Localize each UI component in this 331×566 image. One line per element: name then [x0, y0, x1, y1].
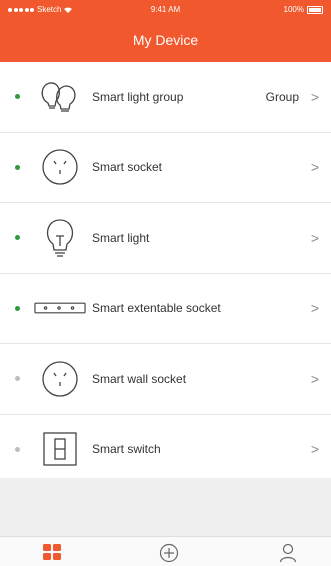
device-row-wall-socket[interactable]: Smart wall socket > — [0, 344, 331, 415]
switch-icon — [34, 427, 86, 471]
online-status-dot — [15, 94, 20, 100]
offline-status-dot — [15, 446, 20, 452]
device-label: Smart socket — [92, 160, 163, 175]
app-header: Sketch 9:41 AM 100% My Device — [0, 0, 331, 62]
status-bar: Sketch 9:41 AM 100% — [0, 0, 331, 18]
online-status-dot — [15, 235, 20, 241]
empty-list-area — [0, 478, 331, 536]
light-group-icon — [34, 75, 86, 119]
status-battery-group: 100% — [284, 5, 323, 14]
tab-add-device[interactable] — [157, 543, 181, 565]
add-circle-icon — [159, 543, 179, 563]
battery-percent: 100% — [283, 5, 304, 14]
page-title: My Device — [132, 32, 199, 48]
device-list: Smart light group Group > Smart socket >… — [0, 62, 331, 485]
bulb-icon — [34, 216, 86, 260]
grid-icon — [43, 544, 61, 560]
wall-socket-icon — [34, 357, 86, 401]
device-row-light-group[interactable]: Smart light group Group > — [0, 62, 331, 133]
device-label: Smart light group — [92, 89, 184, 104]
power-strip-icon — [34, 286, 86, 330]
status-time: 9:41 AM — [150, 5, 181, 14]
chevron-right-icon: > — [310, 370, 319, 387]
tab-home[interactable] — [40, 543, 64, 565]
online-status-dot — [15, 305, 20, 311]
device-row-switch[interactable]: Smart switch > — [0, 415, 331, 485]
chevron-right-icon: > — [310, 441, 319, 458]
tab-bar — [0, 536, 331, 566]
chevron-right-icon: > — [310, 300, 319, 317]
user-icon — [279, 543, 297, 563]
device-label: Smart light — [92, 230, 150, 245]
device-label: Smart extentable socket — [92, 301, 221, 316]
chevron-right-icon: > — [310, 88, 319, 105]
chevron-right-icon: > — [310, 159, 319, 176]
device-row-light[interactable]: Smart light > — [0, 203, 331, 274]
tab-profile[interactable] — [276, 543, 300, 565]
device-row-socket[interactable]: Smart socket > — [0, 133, 331, 203]
socket-icon — [34, 145, 86, 189]
device-label: Smart wall socket — [92, 371, 187, 386]
online-status-dot — [15, 164, 20, 170]
battery-icon — [307, 5, 323, 14]
group-tag: Group — [265, 89, 299, 104]
offline-status-dot — [15, 376, 20, 382]
device-label: Smart switch — [92, 442, 161, 457]
device-row-extentable-socket[interactable]: Smart extentable socket > — [0, 274, 331, 344]
chevron-right-icon: > — [310, 229, 319, 246]
